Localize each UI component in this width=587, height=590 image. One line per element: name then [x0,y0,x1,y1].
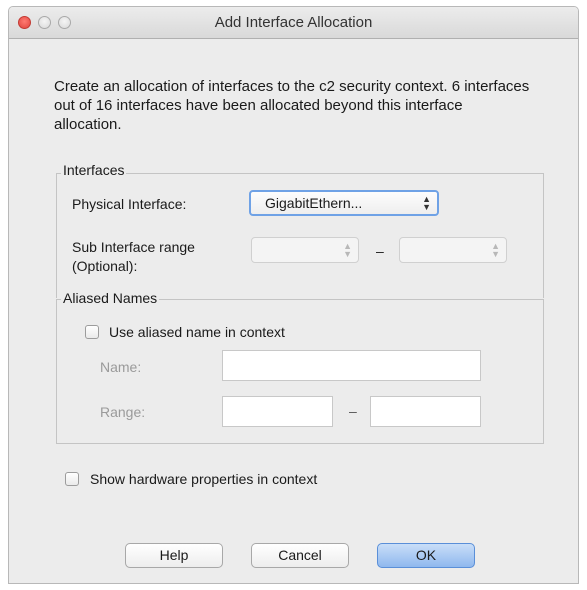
use-aliased-name-checkbox[interactable] [85,325,99,339]
sub-range-separator: – [376,243,384,259]
alias-range-to-input[interactable] [370,396,481,427]
alias-range-from-input[interactable] [222,396,333,427]
dialog-window: Add Interface Allocation Create an alloc… [8,6,579,584]
cancel-button[interactable]: Cancel [251,543,349,568]
physical-interface-label: Physical Interface: [72,196,187,212]
aliased-names-legend: Aliased Names [61,290,160,306]
sub-interface-range-from-select[interactable]: ▲ ▼ [251,237,359,263]
alias-range-separator: – [349,403,357,419]
ok-button[interactable]: OK [377,543,475,568]
sub-interface-range-optional-label: (Optional): [72,258,138,274]
window-title: Add Interface Allocation [214,14,373,31]
physical-interface-value: GigabitEthern... [265,195,363,211]
show-hardware-label: Show hardware properties in context [90,471,318,487]
use-aliased-name-label: Use aliased name in context [109,324,285,340]
alias-name-input[interactable] [222,350,481,381]
alias-range-label: Range: [100,404,146,420]
select-stepper-icon: ▲ ▼ [491,241,500,259]
sub-interface-range-to-select[interactable]: ▲ ▼ [399,237,507,263]
description-text: Create an allocation of interfaces to th… [54,78,530,133]
physical-interface-select[interactable]: GigabitEthern... ▲ ▼ [249,190,439,216]
title-bar: Add Interface Allocation [9,7,578,39]
interfaces-legend: Interfaces [61,162,127,178]
sub-interface-range-label: Sub Interface range [72,239,195,255]
show-hardware-checkbox[interactable] [65,472,79,486]
alias-name-label: Name: [100,359,142,375]
select-stepper-icon: ▲ ▼ [343,241,352,259]
select-stepper-icon: ▲ ▼ [422,194,431,212]
help-button[interactable]: Help [125,543,223,568]
